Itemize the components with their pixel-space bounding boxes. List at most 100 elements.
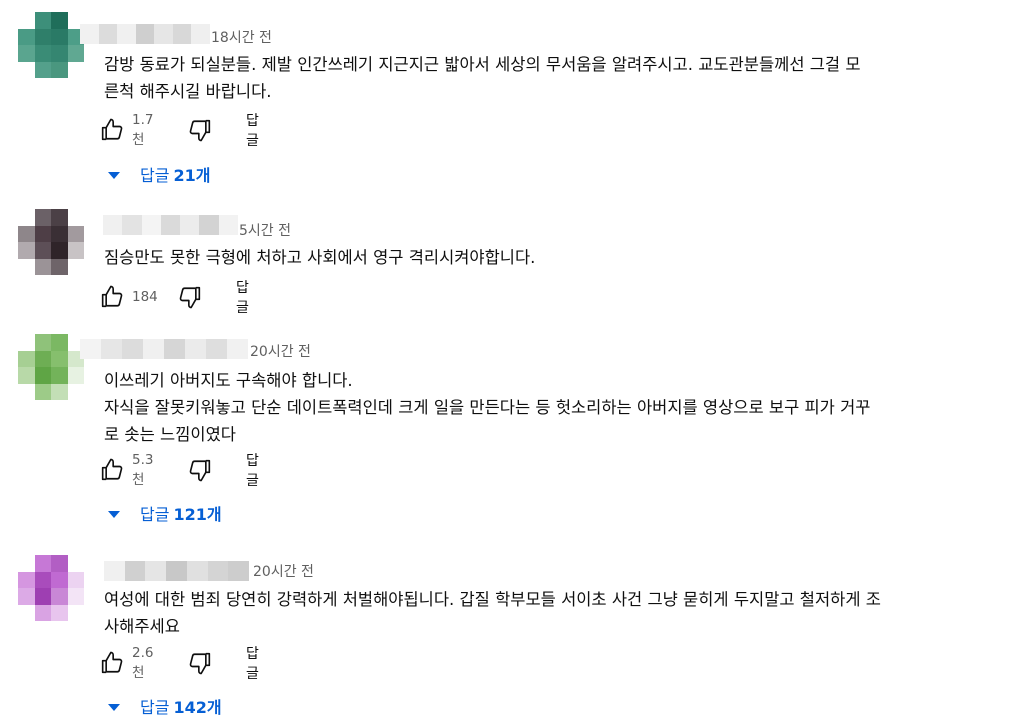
comment-text-line: 여성에 대한 범죄 당연히 강력하게 처벌해야됩니다. 갑질 학부모들 서이초 … <box>104 590 881 609</box>
author-name-redacted[interactable] <box>104 561 250 581</box>
avatar-pixel <box>51 242 68 259</box>
comment-text-line: 사해주세요 <box>104 617 180 636</box>
avatar-pixel <box>67 258 84 275</box>
view-replies-button[interactable]: 답글 21개 <box>108 160 210 188</box>
avatar-pixel <box>18 61 35 78</box>
avatar-pixel <box>51 334 68 351</box>
avatar-pixel <box>18 604 35 621</box>
avatar-pixel <box>18 45 35 62</box>
like-button[interactable]: 184 <box>98 283 158 311</box>
avatar-pixel <box>18 258 35 275</box>
avatar-pixel <box>67 45 84 62</box>
avatar-pixel <box>67 225 84 242</box>
avatar-pixel <box>51 28 68 45</box>
dislike-button[interactable] <box>186 116 214 144</box>
thumbs-down-icon <box>186 649 214 677</box>
comment-text-line: 자식을 잘못키워놓고 단순 데이트폭력인데 크게 일을 만든다는 등 헛소리하는… <box>104 398 871 417</box>
comment-text-line: 로 솟는 느낌이였다 <box>104 425 236 444</box>
view-replies-button[interactable]: 답글 121개 <box>108 499 222 527</box>
caret-down-icon <box>108 510 120 518</box>
author-name-redacted[interactable] <box>103 215 238 235</box>
replies-label: 답글 <box>140 698 170 717</box>
dislike-button[interactable] <box>186 649 214 677</box>
avatar-pixel <box>51 61 68 78</box>
like-button[interactable]: 5.3천 <box>98 452 153 488</box>
like-count: 1.7천 <box>132 112 154 148</box>
replies-count: 21개 <box>173 166 211 185</box>
avatar-pixel <box>67 588 84 605</box>
avatar-pixel <box>67 367 84 384</box>
reply-button[interactable]: 답글 <box>246 113 259 149</box>
like-count: 184 <box>132 289 158 305</box>
caret-down-icon <box>108 703 120 711</box>
comment-text-line: 짐승만도 못한 극형에 처하고 사회에서 영구 격리시켜야합니다. <box>104 248 536 267</box>
view-replies-button[interactable]: 답글 142개 <box>108 692 222 720</box>
like-button[interactable]: 1.7천 <box>98 112 153 148</box>
avatar-pixel <box>51 350 68 367</box>
replies-label: 답글 <box>140 505 170 524</box>
author-name-redacted[interactable] <box>80 24 211 44</box>
thumbs-up-icon <box>98 456 126 484</box>
replies-label: 답글 <box>140 166 170 185</box>
thumbs-up-icon <box>98 649 126 677</box>
avatar-pixel <box>67 383 84 400</box>
avatar-pixel <box>67 242 84 259</box>
avatar-pixel <box>18 383 35 400</box>
avatar-pixel <box>51 12 68 29</box>
reply-button[interactable]: 답글 <box>246 453 259 489</box>
dislike-button[interactable] <box>186 456 214 484</box>
like-button[interactable]: 2.6천 <box>98 645 153 681</box>
avatar-pixel <box>51 571 68 588</box>
avatar-pixel <box>34 334 51 351</box>
avatar-pixel <box>18 12 35 29</box>
avatar-pixel <box>34 61 51 78</box>
comment-text-line: 감방 동료가 되실분들. 제발 인간쓰레기 지근지근 밟아서 세상의 무서움을 … <box>104 55 861 74</box>
avatar-pixel <box>34 28 51 45</box>
avatar[interactable] <box>18 12 84 78</box>
avatar-pixel <box>18 209 35 226</box>
thumbs-down-icon <box>186 456 214 484</box>
comment-text: 이쓰레기 아버지도 구속해야 합니다. 자식을 잘못키워놓고 단순 데이트폭력인… <box>104 367 1004 448</box>
avatar-pixel <box>67 604 84 621</box>
avatar-pixel <box>18 571 35 588</box>
avatar-pixel <box>51 45 68 62</box>
avatar[interactable] <box>18 209 84 275</box>
avatar-pixel <box>51 367 68 384</box>
reply-button[interactable]: 답글 <box>236 280 249 316</box>
avatar-pixel <box>18 225 35 242</box>
comment-text: 감방 동료가 되실분들. 제발 인간쓰레기 지근지근 밟아서 세상의 무서움을 … <box>104 51 1004 105</box>
avatar-pixel <box>51 383 68 400</box>
avatar[interactable] <box>18 334 84 400</box>
avatar-pixel <box>51 555 68 572</box>
avatar-pixel <box>34 604 51 621</box>
comment-timestamp[interactable]: 20시간 전 <box>250 341 311 361</box>
comment-text: 짐승만도 못한 극형에 처하고 사회에서 영구 격리시켜야합니다. <box>104 244 1004 271</box>
avatar-pixel <box>34 367 51 384</box>
avatar-pixel <box>34 383 51 400</box>
avatar-pixel <box>34 12 51 29</box>
dislike-button[interactable] <box>176 283 204 311</box>
avatar-pixel <box>34 45 51 62</box>
avatar-pixel <box>34 588 51 605</box>
avatar-pixel <box>18 588 35 605</box>
comment-timestamp[interactable]: 18시간 전 <box>211 27 272 47</box>
avatar-pixel <box>18 350 35 367</box>
avatar-pixel <box>34 225 51 242</box>
author-name-redacted[interactable] <box>80 339 248 359</box>
avatar-pixel <box>18 367 35 384</box>
reply-button[interactable]: 답글 <box>246 646 259 682</box>
avatar-pixel <box>51 225 68 242</box>
thumbs-up-icon <box>98 283 126 311</box>
avatar-pixel <box>18 242 35 259</box>
replies-count: 121개 <box>173 505 222 524</box>
avatar-pixel <box>18 555 35 572</box>
caret-down-icon <box>108 171 120 179</box>
avatar-pixel <box>67 571 84 588</box>
comment-text-line: 른척 해주시길 바랍니다. <box>104 82 272 101</box>
comment-timestamp[interactable]: 20시간 전 <box>253 561 314 581</box>
avatar-pixel <box>34 571 51 588</box>
avatar-pixel <box>51 209 68 226</box>
comment-timestamp[interactable]: 5시간 전 <box>239 220 291 240</box>
avatar[interactable] <box>18 555 84 621</box>
like-count: 2.6천 <box>132 645 154 681</box>
